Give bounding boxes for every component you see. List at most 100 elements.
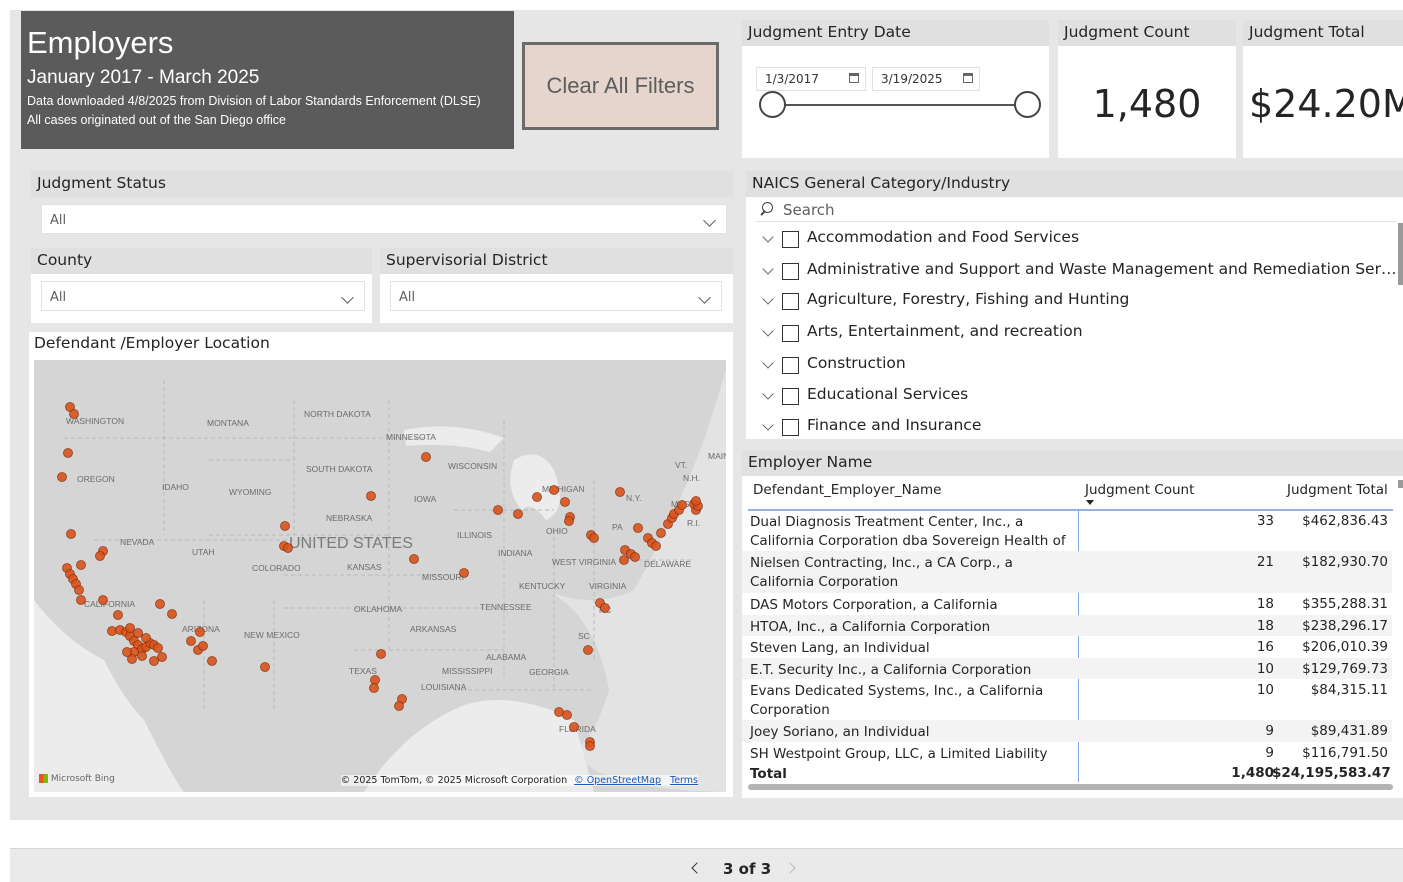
us-map[interactable]: WASHINGTON MONTANANORTH DAKOTAMINNESOTAOR…: [34, 360, 726, 792]
map-marker[interactable]: [133, 628, 143, 638]
map-marker[interactable]: [409, 554, 419, 564]
end-date-input[interactable]: 3/19/2025: [872, 67, 980, 91]
naics-search-box[interactable]: Search: [756, 200, 1396, 222]
map-marker[interactable]: [76, 595, 86, 605]
map-area[interactable]: WASHINGTON MONTANA NORTH DAKOTA MINNESOTA OR…: [34, 360, 726, 792]
expand-chevron-icon[interactable]: [762, 231, 774, 243]
expand-chevron-icon[interactable]: [762, 357, 774, 369]
table-row[interactable]: Steven Lang, an Individual 16 $206,010.39: [742, 636, 1392, 658]
map-marker[interactable]: [562, 710, 572, 720]
map-marker[interactable]: [198, 641, 208, 651]
expand-chevron-icon[interactable]: [762, 263, 774, 275]
table-row[interactable]: DAS Motors Corporation, a California Cor…: [742, 593, 1392, 632]
map-marker[interactable]: [157, 652, 167, 662]
checkbox[interactable]: [782, 419, 799, 436]
table-row[interactable]: Evans Dedicated Systems, Inc., a Califor…: [742, 679, 1392, 720]
map-marker[interactable]: [137, 651, 147, 661]
next-page-icon[interactable]: [784, 862, 796, 874]
table-row[interactable]: SH Westpoint Group, LLC, a Limited Liabi…: [742, 742, 1392, 762]
start-date-handle[interactable]: [759, 91, 786, 118]
map-marker[interactable]: [619, 555, 629, 565]
map-marker[interactable]: [76, 560, 86, 570]
map-marker[interactable]: [493, 505, 503, 515]
map-marker[interactable]: [677, 500, 687, 510]
col-header-total[interactable]: Judgment Total: [1287, 482, 1388, 498]
table-vertical-scrollbar[interactable]: [1398, 480, 1403, 488]
map-marker[interactable]: [633, 523, 643, 533]
map-marker[interactable]: [651, 541, 661, 551]
table-horizontal-scrollbar[interactable]: [748, 784, 1393, 790]
checkbox[interactable]: [782, 263, 799, 280]
table-row[interactable]: Dual Diagnosis Treatment Center, Inc., a…: [742, 510, 1392, 568]
map-marker[interactable]: [369, 683, 379, 693]
checkbox[interactable]: [782, 231, 799, 248]
map-marker[interactable]: [630, 552, 640, 562]
map-marker[interactable]: [153, 643, 163, 653]
naics-scrollbar[interactable]: [1398, 223, 1403, 285]
map-marker[interactable]: [186, 636, 196, 646]
judgment-status-dropdown[interactable]: All: [41, 204, 727, 234]
checkbox[interactable]: [782, 357, 799, 374]
expand-chevron-icon[interactable]: [762, 293, 774, 305]
map-marker[interactable]: [280, 521, 290, 531]
map-marker[interactable]: [98, 595, 108, 605]
map-marker[interactable]: [63, 448, 73, 458]
map-marker[interactable]: [656, 528, 666, 538]
map-marker[interactable]: [260, 662, 270, 672]
map-marker[interactable]: [122, 647, 132, 657]
map-marker[interactable]: [421, 452, 431, 462]
checkbox[interactable]: [782, 388, 799, 405]
terms-link[interactable]: Terms: [670, 775, 698, 786]
table-row[interactable]: Joey Soriano, an Individual 9 $89,431.89: [742, 720, 1392, 742]
clear-all-filters-button[interactable]: Clear All Filters: [522, 42, 719, 130]
expand-chevron-icon[interactable]: [762, 325, 774, 337]
previous-page-icon[interactable]: [691, 862, 703, 874]
map-marker[interactable]: [589, 533, 599, 543]
col-header-name[interactable]: Defendant_Employer_Name: [753, 482, 941, 498]
map-marker[interactable]: [569, 722, 579, 732]
calendar-icon[interactable]: [849, 73, 859, 83]
map-marker[interactable]: [149, 656, 159, 666]
table-row[interactable]: HTOA, Inc., a California Corporation 18 $2…: [742, 615, 1392, 636]
table-row[interactable]: E.T. Security Inc., a California Corpora…: [742, 658, 1392, 679]
map-marker[interactable]: [107, 626, 117, 636]
map-marker[interactable]: [691, 496, 701, 506]
map-marker[interactable]: [600, 603, 610, 613]
table-row[interactable]: Nielsen Contracting, Inc., a CA Corp., a…: [742, 551, 1392, 593]
checkbox[interactable]: [782, 293, 799, 310]
map-marker[interactable]: [167, 609, 177, 619]
map-marker[interactable]: [57, 472, 67, 482]
map-marker[interactable]: [615, 487, 625, 497]
map-marker[interactable]: [283, 543, 293, 553]
expand-chevron-icon[interactable]: [762, 388, 774, 400]
map-marker[interactable]: [549, 485, 559, 495]
map-marker[interactable]: [583, 645, 593, 655]
col-header-count[interactable]: Judgment Count: [1085, 482, 1194, 498]
map-marker[interactable]: [366, 491, 376, 501]
map-marker[interactable]: [560, 497, 570, 507]
map-marker[interactable]: [370, 675, 380, 685]
map-marker[interactable]: [95, 551, 105, 561]
map-marker[interactable]: [113, 610, 123, 620]
county-dropdown[interactable]: All: [41, 281, 365, 311]
calendar-icon[interactable]: [963, 73, 973, 83]
map-marker[interactable]: [207, 656, 217, 666]
start-date-input[interactable]: 1/3/2017: [756, 67, 866, 91]
map-marker[interactable]: [141, 633, 151, 643]
map-marker[interactable]: [564, 516, 574, 526]
map-marker[interactable]: [394, 701, 404, 711]
map-marker[interactable]: [74, 585, 84, 595]
expand-chevron-icon[interactable]: [762, 419, 774, 431]
map-marker[interactable]: [69, 409, 79, 419]
map-marker[interactable]: [459, 568, 469, 578]
map-marker[interactable]: [532, 492, 542, 502]
map-marker[interactable]: [66, 529, 76, 539]
map-marker[interactable]: [513, 509, 523, 519]
supervisorial-district-dropdown[interactable]: All: [390, 281, 722, 311]
end-date-handle[interactable]: [1014, 91, 1041, 118]
map-marker[interactable]: [155, 599, 165, 609]
checkbox[interactable]: [782, 325, 799, 342]
map-marker[interactable]: [376, 649, 386, 659]
map-marker[interactable]: [195, 627, 205, 637]
map-marker[interactable]: [585, 741, 595, 751]
